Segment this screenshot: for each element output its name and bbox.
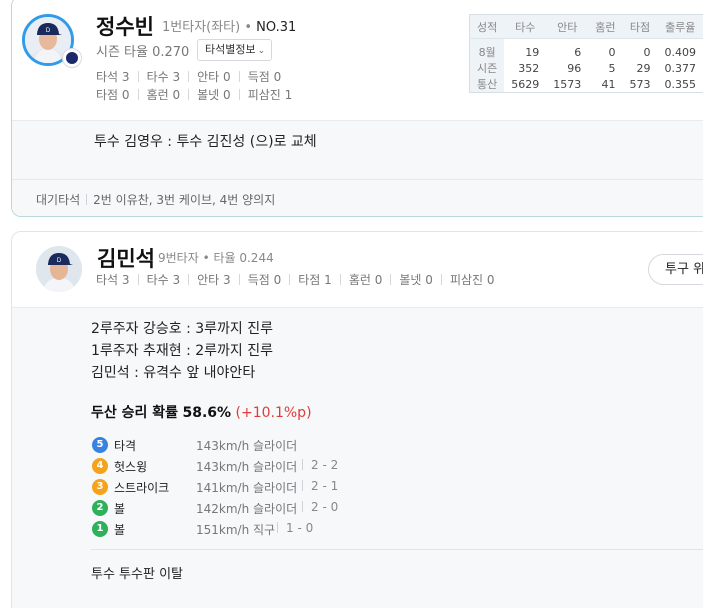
play-event: 김민석 : 유격수 앞 내야안타: [91, 365, 256, 381]
table-cell: 19: [525, 45, 540, 59]
player-stats-row-2: 타점 0 홈런 0 볼넷 0 피삼진 1: [96, 86, 292, 103]
table-cell: 5: [608, 61, 616, 75]
table-cell: 0: [608, 45, 616, 59]
divider: [91, 549, 703, 550]
table-cell: 8월: [469, 38, 505, 60]
table-cell: 41: [601, 77, 616, 91]
win-prob-delta: (+10.1%p): [235, 405, 312, 421]
stat-home-runs: 홈런 0: [146, 88, 181, 102]
table-cell: 29: [636, 61, 651, 75]
waiting-list: 2번 이유찬, 3번 케이브, 4번 양의지: [93, 193, 276, 207]
stat-runs: 득점 0: [247, 70, 282, 84]
pitch-number-badge: 5: [92, 437, 108, 453]
player-name: 김민석: [97, 247, 155, 271]
stat-walks: 볼넷 0: [399, 273, 433, 287]
stat-hits: 안타 3: [197, 273, 231, 287]
player-stats-row-1: 타석 3 타수 3 안타 0 득점 0: [96, 68, 281, 85]
pitch-result: 타격: [114, 439, 137, 453]
pitch-result: 볼: [114, 523, 126, 537]
stat-strikeouts: 피삼진 1: [247, 88, 293, 102]
chevron-down-icon: ⌄: [257, 46, 266, 56]
pitch-number-badge: 1: [92, 521, 108, 537]
pitch-result: 스트라이크: [114, 481, 170, 495]
ball-strike-count: 2 - 1: [302, 479, 338, 493]
table-cell: 통산: [469, 76, 505, 93]
player-meta: 1번타자(좌타) • NO.31: [162, 16, 296, 35]
pitcher-change-event: 투수 김영우 : 투수 김진성 (으)로 교체: [94, 134, 317, 150]
win-probability: 두산 승리 확률 58.6% (+10.1%p): [91, 402, 312, 422]
play-event: 1루주자 추재현 : 2루까지 진루: [91, 343, 274, 359]
pitch-view-button[interactable]: 투구 위: [648, 254, 703, 285]
table-cell: 352: [518, 61, 540, 75]
player-avatar: D: [36, 246, 82, 292]
at-bat-info-dropdown[interactable]: 타석별정보 ⌄: [197, 39, 273, 61]
player-name: 정수빈: [96, 15, 154, 39]
table-cell: 시즌: [469, 60, 505, 76]
table-cell: 0.409: [664, 45, 697, 59]
player-stats-row: 타석 3 타수 3 안타 3 득점 0 타점 1 홈런 0 볼넷 0 피삼진 0: [96, 271, 495, 288]
table-header: 성적: [469, 14, 505, 39]
player-meta: 9번타자 • 타율 0.244: [158, 251, 274, 265]
waiting-label: 대기타석: [36, 193, 81, 207]
stat-at-bats: 타수 3: [146, 273, 181, 287]
table-cell: 0: [643, 45, 651, 59]
pitch-number-badge: 2: [92, 500, 108, 516]
table-header: 홈런: [588, 14, 623, 39]
table-cell: 573: [629, 77, 651, 91]
win-prob-value: 58.6%: [182, 405, 232, 421]
batting-order: 1번타자(좌타): [162, 20, 241, 35]
stat-runs: 득점 0: [247, 273, 282, 287]
pitch-speed-type: 142km/h 슬라이더: [196, 502, 298, 516]
table-header: 출루율: [657, 14, 703, 39]
stat-plate-appearances: 타석 3: [96, 70, 130, 84]
table-header: 타수: [504, 14, 547, 39]
pitch-number-badge: 3: [92, 479, 108, 495]
season-stats-table: 성적 타수 안타 홈런 타점 출루율 8월 19 6 0 0 0.409 시즌 …: [469, 14, 703, 93]
table-cell: 1573: [553, 77, 582, 91]
svg-text:D: D: [57, 258, 62, 264]
table-cell: 5629: [511, 77, 540, 91]
ball-strike-count: 1 - 0: [277, 521, 313, 535]
ball-strike-count: 2 - 0: [302, 500, 338, 514]
table-header: 안타: [546, 14, 589, 39]
stat-hits: 안타 0: [197, 70, 231, 84]
dropdown-label: 타석별정보: [205, 43, 256, 56]
pitcher-event: 투수 투수판 이탈: [91, 567, 183, 582]
pitch-speed-type: 143km/h 슬라이더: [196, 439, 298, 453]
table-row: 8월 19 6 0 0 0.409: [469, 38, 703, 60]
waiting-batters: 대기타석 2번 이유찬, 3번 케이브, 4번 양의지: [36, 191, 275, 208]
table-header: 타점: [622, 14, 658, 39]
stat-rbi: 타점 0: [96, 88, 130, 102]
stat-strikeouts: 피삼진 0: [449, 273, 495, 287]
pitch-result: 헛스윙: [114, 460, 148, 474]
svg-text:D: D: [46, 28, 51, 34]
play-event: 2루주자 강승호 : 3루까지 진루: [91, 321, 274, 337]
pitch-speed-type: 143km/h 슬라이더: [196, 460, 298, 474]
stat-walks: 볼넷 0: [197, 88, 231, 102]
table-header-row: 성적 타수 안타 홈런 타점 출루율: [469, 14, 703, 39]
ball-strike-count: 2 - 2: [302, 458, 338, 472]
dot-separator: •: [244, 20, 257, 35]
uniform-number: NO.31: [256, 20, 297, 35]
table-cell: 0.377: [664, 61, 697, 75]
table-cell: 6: [574, 45, 582, 59]
pitch-number-badge: 4: [92, 458, 108, 474]
pitch-result: 볼: [114, 502, 126, 516]
pitch-speed-type: 151km/h 직구: [196, 523, 276, 537]
stat-at-bats: 타수 3: [146, 70, 181, 84]
season-average: 시즌 타율 0.270: [96, 45, 190, 60]
table-cell: 96: [567, 61, 582, 75]
stat-home-runs: 홈런 0: [348, 273, 383, 287]
table-row: 시즌 352 96 5 29 0.377: [469, 60, 703, 76]
stat-rbi: 타점 1: [298, 273, 332, 287]
win-prob-label: 두산 승리 확률: [91, 405, 179, 421]
team-logo-icon: [62, 48, 82, 68]
table-cell: 0.355: [664, 77, 697, 91]
player-avatar-icon: D: [36, 246, 82, 292]
table-row: 통산 5629 1573 41 573 0.355: [469, 76, 703, 93]
pitch-speed-type: 141km/h 슬라이더: [196, 481, 298, 495]
stat-plate-appearances: 타석 3: [96, 273, 130, 287]
